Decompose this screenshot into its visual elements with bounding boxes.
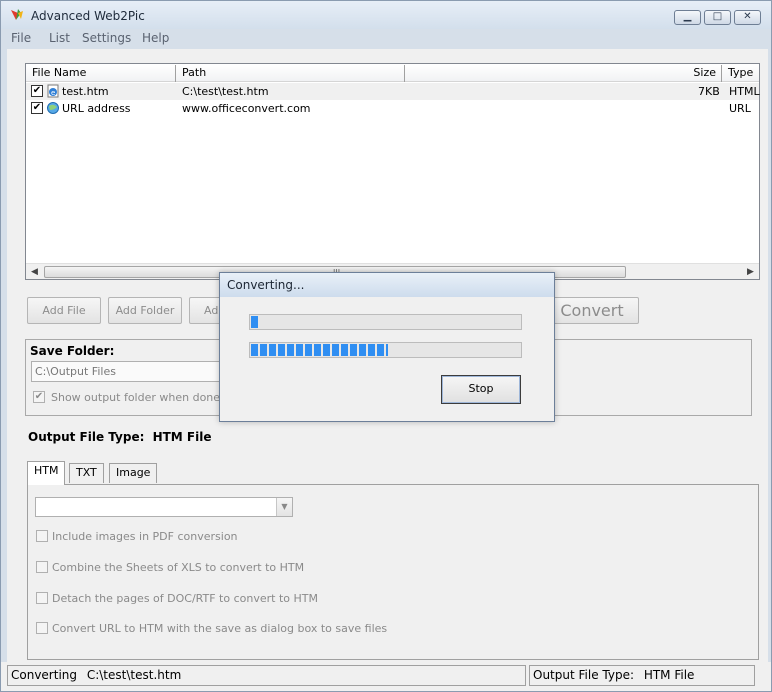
status-output-type: Output File Type: HTM File xyxy=(529,665,755,686)
htm-format-select[interactable]: ▼ xyxy=(35,497,293,517)
file-row[interactable]: ✔ URL address www.officeconvert.com URL xyxy=(26,100,759,117)
status-label: Converting xyxy=(11,668,78,682)
total-progress-bar xyxy=(249,342,522,358)
stop-button[interactable]: Stop xyxy=(441,375,521,404)
file-list[interactable]: File Name Path Size Type ✔ e test.htm C:… xyxy=(25,63,760,280)
row-checkbox[interactable]: ✔ xyxy=(31,85,43,97)
add-folder-button[interactable]: Add Folder xyxy=(108,297,182,324)
option-label: Include images in PDF conversion xyxy=(52,530,238,543)
option-label: Detach the pages of DOC/RTF to convert t… xyxy=(52,592,318,605)
chevron-down-icon[interactable]: ▼ xyxy=(276,498,292,516)
file-list-header: File Name Path Size Type xyxy=(26,65,759,82)
ie-url-icon xyxy=(47,102,59,114)
file-row[interactable]: ✔ e test.htm C:\test\test.htm 7KB HTML xyxy=(26,83,760,100)
tab-txt[interactable]: TXT xyxy=(69,463,104,483)
file-progress-bar xyxy=(249,314,522,330)
total-progress-fill xyxy=(251,344,388,356)
status-converting: Converting C:\test\test.htm xyxy=(7,665,526,686)
converting-dialog: Converting... Stop xyxy=(219,272,555,422)
tab-image[interactable]: Image xyxy=(109,463,158,483)
menu-list[interactable]: List xyxy=(49,31,70,45)
file-name-cell: test.htm xyxy=(62,85,109,98)
row-checkbox[interactable]: ✔ xyxy=(31,102,43,114)
menu-settings[interactable]: Settings xyxy=(82,31,131,45)
option-checkbox[interactable] xyxy=(36,530,48,542)
option-label: Combine the Sheets of XLS to convert to … xyxy=(52,561,305,574)
output-file-type: Output File Type: HTM File xyxy=(28,430,212,444)
menu-file[interactable]: File xyxy=(11,31,31,45)
minimize-button[interactable]: ▁ xyxy=(674,10,701,25)
dialog-title: Converting... xyxy=(227,278,305,292)
dialog-title-bar[interactable]: Converting... xyxy=(220,273,554,297)
add-file-button[interactable]: Add File xyxy=(27,297,101,324)
convert-button[interactable]: Convert xyxy=(545,297,639,324)
output-file-type-value: HTM File xyxy=(152,430,212,444)
option-checkbox[interactable] xyxy=(36,622,48,634)
ie-file-icon: e xyxy=(47,84,59,98)
status-file: C:\test\test.htm xyxy=(86,668,182,682)
scroll-left-arrow-icon[interactable]: ◀ xyxy=(31,267,38,277)
maximize-button[interactable]: □ xyxy=(704,10,731,25)
menu-bar: File List Settings Help xyxy=(7,30,767,48)
option-label: Convert URL to HTM with the save as dial… xyxy=(52,622,388,635)
status-bar: Converting C:\test\test.htm Output File … xyxy=(1,662,771,691)
file-name-cell: URL address xyxy=(62,102,131,115)
column-file-name[interactable]: File Name xyxy=(26,65,176,82)
htm-options-panel: ▼ Include images in PDF conversion Combi… xyxy=(27,484,759,660)
file-type-cell: HTML xyxy=(729,85,760,98)
close-button[interactable]: ✕ xyxy=(734,10,761,25)
file-progress-fill xyxy=(251,316,259,328)
file-size-cell: 7KB xyxy=(698,85,720,98)
save-folder-input[interactable]: C:\Output Files xyxy=(31,361,221,382)
title-bar[interactable]: Advanced Web2Pic ▁ □ ✕ xyxy=(1,1,771,29)
file-path-cell: C:\test\test.htm xyxy=(182,85,269,98)
svg-text:e: e xyxy=(51,89,55,97)
menu-help[interactable]: Help xyxy=(142,31,169,45)
show-folder-label: Show output folder when done xyxy=(51,391,221,404)
file-path-cell: www.officeconvert.com xyxy=(182,102,311,115)
option-checkbox[interactable] xyxy=(36,592,48,604)
status-output-label: Output File Type: xyxy=(533,668,634,682)
output-file-type-label: Output File Type: xyxy=(28,430,145,444)
show-folder-checkbox[interactable]: ✔ xyxy=(33,391,45,403)
window-title: Advanced Web2Pic xyxy=(31,9,145,23)
tab-htm[interactable]: HTM xyxy=(27,461,66,485)
scroll-right-arrow-icon[interactable]: ▶ xyxy=(747,267,754,277)
column-type[interactable]: Type xyxy=(722,65,759,82)
column-path[interactable]: Path xyxy=(176,65,405,82)
option-checkbox[interactable] xyxy=(36,561,48,573)
status-output-value: HTM File xyxy=(643,668,695,682)
app-logo-icon xyxy=(11,9,23,20)
save-folder-title: Save Folder: xyxy=(30,344,115,358)
file-type-cell: URL xyxy=(729,102,751,115)
app-window: Advanced Web2Pic ▁ □ ✕ File List Setting… xyxy=(0,0,772,692)
column-size[interactable]: Size xyxy=(405,65,722,82)
